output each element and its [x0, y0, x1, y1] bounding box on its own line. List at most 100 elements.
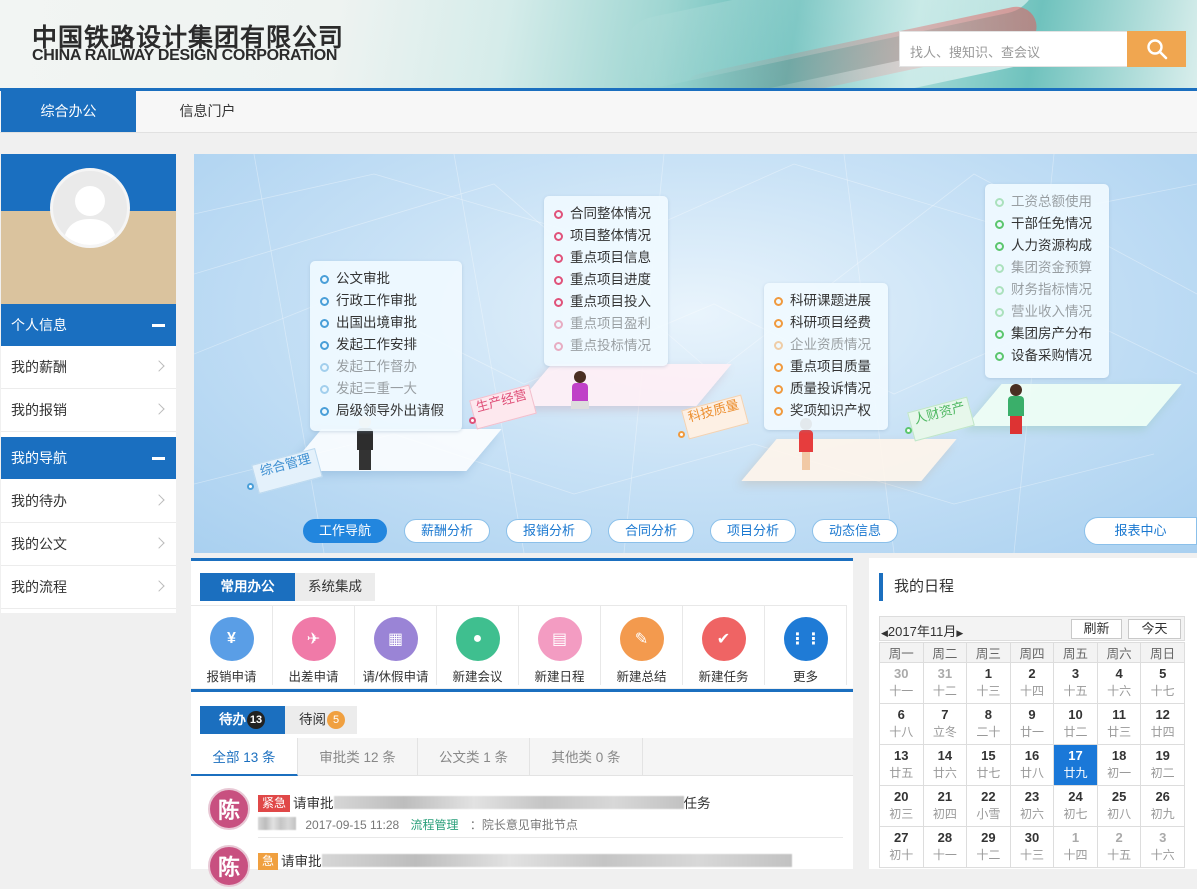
- filter-approval[interactable]: 审批类 12 条: [298, 738, 418, 776]
- nav-link[interactable]: 局级领导外出请假: [320, 400, 462, 422]
- tab-todo[interactable]: 待办 13: [200, 706, 285, 734]
- nav-link[interactable]: 合同整体情况: [554, 203, 668, 225]
- calendar-day[interactable]: 3 十六: [1140, 826, 1185, 868]
- calendar-day[interactable]: 18 初一: [1096, 744, 1142, 786]
- nav-link[interactable]: 企业资质情况: [774, 334, 888, 356]
- tab-common-office[interactable]: 常用办公: [200, 573, 295, 601]
- calendar-day[interactable]: 8 二十: [966, 703, 1011, 745]
- collapse-icon[interactable]: [152, 457, 165, 460]
- calendar-day[interactable]: 13 廿五: [879, 744, 924, 786]
- collapse-icon[interactable]: [152, 324, 165, 327]
- sidebar-section-personal[interactable]: 个人信息: [1, 304, 176, 346]
- quick-action-meeting[interactable]: ● 新建会议: [437, 605, 519, 685]
- nav-link[interactable]: 营业收入情况: [995, 301, 1109, 323]
- quick-action-more-grid[interactable]: ⋮⋮ 更多: [765, 605, 847, 685]
- calendar-day[interactable]: 4 十六: [1096, 662, 1142, 704]
- calendar-day[interactable]: 12 廿四: [1140, 703, 1185, 745]
- quick-action-task[interactable]: ✔ 新建任务: [683, 605, 765, 685]
- quick-action-reimbursement[interactable]: ¥ 报销申请: [191, 605, 273, 685]
- tab-integrated-office[interactable]: 综合办公: [1, 91, 136, 132]
- tab-work-navigation[interactable]: 工作导航: [303, 519, 387, 543]
- calendar-day[interactable]: 22 小雪: [966, 785, 1011, 827]
- quick-action-calendar-leave[interactable]: ▦ 请/休假申请: [355, 605, 437, 685]
- tab-info-portal[interactable]: 信息门户: [150, 91, 265, 132]
- tab-to-read[interactable]: 待阅 5: [285, 706, 357, 734]
- tab-system-integration[interactable]: 系统集成: [295, 573, 375, 601]
- nav-link[interactable]: 出国出境审批: [320, 312, 462, 334]
- nav-link[interactable]: 项目整体情况: [554, 225, 668, 247]
- sidebar-item-reimbursement[interactable]: 我的报销: [1, 389, 176, 432]
- nav-link[interactable]: 工资总额使用: [995, 191, 1109, 213]
- nav-link[interactable]: 集团资金预算: [995, 257, 1109, 279]
- calendar-day[interactable]: 27 初十: [879, 826, 924, 868]
- calendar-day[interactable]: 6 十八: [879, 703, 924, 745]
- calendar-day[interactable]: 24 初七: [1053, 785, 1098, 827]
- calendar-day[interactable]: 1 十三: [966, 662, 1011, 704]
- calendar-day[interactable]: 31 十二: [922, 662, 968, 704]
- tab-contract-analysis[interactable]: 合同分析: [608, 519, 694, 543]
- nav-link[interactable]: 干部任免情况: [995, 213, 1109, 235]
- nav-link[interactable]: 财务指标情况: [995, 279, 1109, 301]
- nav-link[interactable]: 集团房产分布: [995, 323, 1109, 345]
- todo-item-title[interactable]: 急请审批: [258, 850, 792, 870]
- nav-link[interactable]: 人力资源构成: [995, 235, 1109, 257]
- nav-link[interactable]: 重点项目盈利: [554, 313, 668, 335]
- tab-report-center[interactable]: 报表中心: [1084, 517, 1197, 545]
- nav-link[interactable]: 公文审批: [320, 268, 462, 290]
- refresh-button[interactable]: 刷新: [1071, 619, 1122, 639]
- calendar-day[interactable]: 20 初三: [879, 785, 924, 827]
- nav-link[interactable]: 重点项目信息: [554, 247, 668, 269]
- filter-all[interactable]: 全部 13 条: [191, 738, 298, 776]
- filter-other[interactable]: 其他类 0 条: [530, 738, 643, 776]
- calendar-day[interactable]: 1 十四: [1053, 826, 1098, 868]
- nav-link[interactable]: 设备采购情况: [995, 345, 1109, 367]
- tab-dynamic-info[interactable]: 动态信息: [812, 519, 898, 543]
- today-button[interactable]: 今天: [1128, 619, 1181, 639]
- calendar-day[interactable]: 7 立冬: [922, 703, 968, 745]
- calendar-day[interactable]: 15 廿七: [966, 744, 1011, 786]
- nav-link[interactable]: 科研项目经费: [774, 312, 888, 334]
- nav-link[interactable]: 质量投诉情况: [774, 378, 888, 400]
- calendar-day[interactable]: 16 廿八: [1009, 744, 1055, 786]
- nav-link[interactable]: 重点项目质量: [774, 356, 888, 378]
- calendar-day[interactable]: 26 初九: [1140, 785, 1185, 827]
- search-button[interactable]: [1127, 31, 1186, 67]
- nav-link[interactable]: 奖项知识产权: [774, 400, 888, 422]
- filter-document[interactable]: 公文类 1 条: [418, 738, 530, 776]
- caret-right-icon[interactable]: ▶: [956, 628, 963, 638]
- quick-action-airplane[interactable]: ✈ 出差申请: [273, 605, 355, 685]
- nav-link[interactable]: 行政工作审批: [320, 290, 462, 312]
- calendar-day[interactable]: 2 十四: [1009, 662, 1055, 704]
- tab-reimbursement-analysis[interactable]: 报销分析: [506, 519, 592, 543]
- tab-project-analysis[interactable]: 项目分析: [710, 519, 796, 543]
- nav-link[interactable]: 重点项目进度: [554, 269, 668, 291]
- todo-item-title[interactable]: 紧急 请审批 任务: [258, 792, 711, 812]
- search-input[interactable]: 找人、搜知识、查会议: [899, 31, 1128, 67]
- calendar-day[interactable]: 28 十一: [922, 826, 968, 868]
- nav-link[interactable]: 重点项目投入: [554, 291, 668, 313]
- calendar-day[interactable]: 14 廿六: [922, 744, 968, 786]
- tab-salary-analysis[interactable]: 薪酬分析: [404, 519, 490, 543]
- sidebar-item-todo[interactable]: 我的待办: [1, 480, 176, 523]
- calendar-day[interactable]: 30 十一: [879, 662, 924, 704]
- calendar-day[interactable]: 10 廿二: [1053, 703, 1098, 745]
- calendar-day[interactable]: 25 初八: [1096, 785, 1142, 827]
- calendar-day-today[interactable]: 17 廿九: [1053, 744, 1098, 786]
- calendar-day[interactable]: 19 初二: [1140, 744, 1185, 786]
- calendar-day[interactable]: 2 十五: [1096, 826, 1142, 868]
- calendar-day[interactable]: 23 初六: [1009, 785, 1055, 827]
- calendar-day[interactable]: 9 廿一: [1009, 703, 1055, 745]
- nav-link[interactable]: 重点投标情况: [554, 335, 668, 357]
- calendar-day[interactable]: 30 十三: [1009, 826, 1055, 868]
- nav-link[interactable]: 科研课题进展: [774, 290, 888, 312]
- sidebar-item-salary[interactable]: 我的薪酬: [1, 346, 176, 389]
- quick-action-schedule[interactable]: ▤ 新建日程: [519, 605, 601, 685]
- avatar[interactable]: [50, 168, 130, 248]
- sidebar-section-navigation[interactable]: 我的导航: [1, 437, 176, 479]
- calendar-day[interactable]: 21 初四: [922, 785, 968, 827]
- calendar-day[interactable]: 5 十七: [1140, 662, 1185, 704]
- sidebar-item-workflow[interactable]: 我的流程: [1, 566, 176, 609]
- nav-link[interactable]: 发起三重一大: [320, 378, 462, 400]
- calendar-day[interactable]: 3 十五: [1053, 662, 1098, 704]
- nav-link[interactable]: 发起工作督办: [320, 356, 462, 378]
